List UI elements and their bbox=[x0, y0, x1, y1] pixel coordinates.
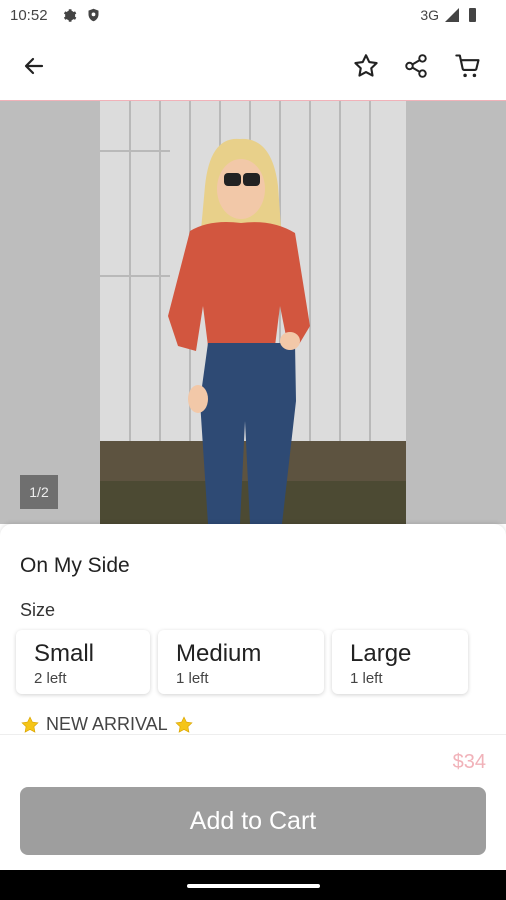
add-to-cart-button[interactable]: Add to Cart bbox=[20, 787, 486, 855]
status-bar: 10:52 3G bbox=[0, 0, 506, 32]
size-stock: 1 left bbox=[176, 670, 209, 687]
status-icons-right: 3G bbox=[420, 7, 476, 23]
badge-text: NEW ARRIVAL bbox=[46, 714, 168, 734]
share-button[interactable] bbox=[400, 50, 432, 82]
size-name: Medium bbox=[176, 640, 262, 667]
size-stock: 2 left bbox=[34, 670, 67, 687]
star-emoji-icon bbox=[175, 715, 193, 733]
size-stock: 1 left bbox=[350, 670, 383, 687]
top-app-bar bbox=[0, 32, 506, 101]
size-option-large[interactable]: Large 1 left bbox=[332, 630, 468, 694]
checkout-bar: $34 Add to Cart bbox=[0, 734, 506, 871]
settings-icon bbox=[63, 8, 77, 22]
cart-button[interactable] bbox=[452, 50, 484, 82]
size-option-small[interactable]: Small 2 left bbox=[16, 630, 150, 694]
star-emoji-icon bbox=[21, 715, 39, 733]
size-label: Size bbox=[20, 600, 56, 620]
product-title: On My Side bbox=[20, 554, 130, 577]
back-button[interactable] bbox=[18, 50, 50, 82]
status-icons-left bbox=[62, 7, 101, 23]
size-name: Large bbox=[350, 640, 412, 667]
new-arrival-badge: NEW ARRIVAL bbox=[20, 714, 194, 735]
favorite-button[interactable] bbox=[350, 50, 382, 82]
product-image-gallery[interactable]: 1/2 bbox=[0, 101, 506, 524]
cart-icon bbox=[455, 54, 480, 78]
image-counter: 1/2 bbox=[20, 475, 58, 509]
product-photo bbox=[100, 101, 406, 524]
shield-icon bbox=[88, 8, 99, 22]
size-option-medium[interactable]: Medium 1 left bbox=[158, 630, 324, 694]
status-time: 10:52 bbox=[10, 7, 48, 24]
system-nav-bar bbox=[0, 870, 506, 900]
size-name: Small bbox=[34, 640, 95, 667]
star-outline-icon bbox=[354, 54, 378, 77]
network-type: 3G bbox=[420, 7, 439, 23]
back-arrow-icon bbox=[24, 57, 44, 75]
signal-icon bbox=[445, 8, 459, 22]
home-handle[interactable] bbox=[187, 884, 320, 888]
battery-icon bbox=[469, 8, 476, 22]
share-icon bbox=[405, 54, 427, 78]
product-details-sheet: On My Side Size Small 2 left Medium 1 le… bbox=[0, 524, 506, 734]
price: $34 bbox=[452, 751, 486, 773]
